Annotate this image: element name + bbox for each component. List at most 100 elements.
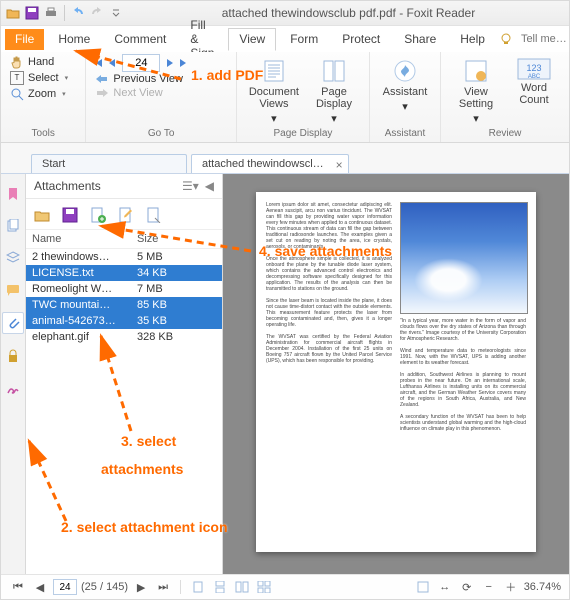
signature-icon[interactable] <box>3 378 23 398</box>
next-page-icon[interactable]: ▶ <box>132 578 150 596</box>
close-icon[interactable]: × <box>336 158 343 172</box>
edit-attachment-icon[interactable] <box>116 205 136 225</box>
save-attachment-icon[interactable] <box>60 205 80 225</box>
col-name[interactable]: Name <box>32 233 137 245</box>
table-row[interactable]: 2 thewindows…5 MB <box>26 249 222 265</box>
cloud-image <box>400 202 528 314</box>
print-icon[interactable] <box>43 5 59 21</box>
nav-pane <box>1 174 26 574</box>
select-label: Select <box>28 72 59 84</box>
panel-menu-icon[interactable]: ☰▾ <box>182 179 199 193</box>
table-row[interactable]: elephant.gif328 KB <box>26 329 222 345</box>
document-tabs: Start attached thewindowscl… × <box>1 149 569 173</box>
group-label-review: Review <box>447 128 563 141</box>
view-setting-label: View Setting <box>459 86 493 110</box>
document-viewport[interactable]: Lorem ipsum dolor sit amet, consectetur … <box>223 174 569 574</box>
doc-tab-start[interactable]: Start <box>31 154 187 173</box>
doc-views-button[interactable]: Document Views▾ <box>243 54 305 127</box>
tab-strip: File Home Comment Fill & Sign View Form … <box>1 26 569 52</box>
doc-tab-current-label: attached thewindowscl… <box>202 158 324 170</box>
table-row[interactable]: Romeolight W…7 MB <box>26 281 222 297</box>
last-page-icon[interactable] <box>178 57 190 69</box>
group-label-tools: Tools <box>7 128 79 141</box>
titlebar: attached thewindowsclub pdf.pdf - Foxit … <box>1 1 569 26</box>
zoom-label: Zoom <box>28 88 56 100</box>
add-attachment-icon[interactable] <box>88 205 108 225</box>
rotate-icon[interactable]: ⟳ <box>458 578 476 596</box>
separator <box>180 580 181 594</box>
assistant-button[interactable]: Assistant▾ <box>376 54 434 115</box>
open-attachment-icon[interactable] <box>32 205 52 225</box>
zoom-in-icon[interactable]: ＋ <box>502 578 520 596</box>
status-page-of: (25 / 145) <box>81 581 128 593</box>
prev-page-icon[interactable] <box>106 57 118 69</box>
tab-view[interactable]: View <box>228 28 276 51</box>
ribbon-group-assistant: Assistant▾ Assistant <box>370 52 441 142</box>
prev-view-label: Previous View <box>113 73 183 85</box>
security-icon[interactable] <box>3 346 23 366</box>
view-setting-button[interactable]: View Setting▾ <box>447 54 505 127</box>
col-size[interactable]: Size <box>137 233 158 245</box>
select-button[interactable]: TSelect▾ <box>7 70 79 86</box>
table-row[interactable]: TWC mountai…85 KB <box>26 297 222 313</box>
doc-tab-start-label: Start <box>42 158 65 170</box>
next-view-button: Next View <box>92 86 229 100</box>
status-page-input[interactable] <box>53 579 77 595</box>
hand-button[interactable]: Hand <box>7 54 79 70</box>
group-label-pd: Page Display <box>243 128 363 141</box>
qat-dropdown-icon[interactable] <box>108 5 124 21</box>
attachments-icon[interactable] <box>2 312 24 334</box>
tab-share[interactable]: Share <box>394 29 446 50</box>
attachment-settings-icon[interactable] <box>144 205 164 225</box>
attachments-title: Attachments <box>34 179 101 193</box>
status-bar: ⏮ ◀ (25 / 145) ▶ ⏭ ↔ ⟳ − ＋ 36.74% <box>1 574 569 599</box>
assistant-label: Assistant <box>383 86 428 98</box>
undo-icon[interactable] <box>70 5 86 21</box>
fit-page-icon[interactable] <box>414 578 432 596</box>
bookmark-icon[interactable] <box>3 184 23 204</box>
doc-views-label: Document Views <box>249 86 299 110</box>
pages-icon[interactable] <box>3 216 23 236</box>
doc-tab-current[interactable]: attached thewindowscl… × <box>191 154 349 173</box>
previous-view-button[interactable]: Previous View <box>92 72 229 86</box>
tab-form[interactable]: Form <box>280 29 328 50</box>
continuous-facing-icon[interactable] <box>255 578 273 596</box>
next-view-label: Next View <box>113 87 162 99</box>
hand-label: Hand <box>28 56 54 68</box>
prev-page-icon[interactable]: ◀ <box>31 578 49 596</box>
fit-width-icon[interactable]: ↔ <box>436 578 454 596</box>
search-group: | <box>499 31 570 47</box>
save-icon[interactable] <box>24 5 40 21</box>
body: Attachments ☰▾ ◀ Name Size 2 thewindows…… <box>1 173 569 574</box>
tab-comment[interactable]: Comment <box>104 29 176 50</box>
facing-page-icon[interactable] <box>233 578 251 596</box>
attachments-panel: Attachments ☰▾ ◀ Name Size 2 thewindows…… <box>26 174 223 574</box>
page: Lorem ipsum dolor sit amet, consectetur … <box>256 192 536 552</box>
first-page-icon[interactable]: ⏮ <box>9 578 27 596</box>
comments-icon[interactable] <box>3 280 23 300</box>
tab-help[interactable]: Help <box>450 29 495 50</box>
zoom-button[interactable]: Zoom▾ <box>7 86 79 102</box>
page-input[interactable] <box>122 54 160 72</box>
page-display-button[interactable]: Page Display▾ <box>305 54 363 127</box>
layers-icon[interactable] <box>3 248 23 268</box>
panel-collapse-icon[interactable]: ◀ <box>205 179 214 193</box>
first-page-icon[interactable] <box>92 57 104 69</box>
continuous-page-icon[interactable] <box>211 578 229 596</box>
table-row[interactable]: LICENSE.txt34 KB <box>26 265 222 281</box>
page-col-left: Lorem ipsum dolor sit amet, consectetur … <box>266 202 392 542</box>
attachments-toolbar <box>26 199 222 230</box>
table-row[interactable]: animal-542673…35 KB <box>26 313 222 329</box>
next-page-icon[interactable] <box>164 57 176 69</box>
zoom-out-icon[interactable]: − <box>480 578 498 596</box>
tellme-input[interactable] <box>519 32 569 46</box>
lightbulb-icon <box>499 32 513 46</box>
tab-home[interactable]: Home <box>48 29 100 50</box>
attachments-columns: Name Size <box>26 230 222 249</box>
last-page-icon[interactable]: ⏭ <box>154 578 172 596</box>
tab-protect[interactable]: Protect <box>332 29 390 50</box>
tab-file[interactable]: File <box>5 29 44 50</box>
folder-icon[interactable] <box>5 5 21 21</box>
single-page-icon[interactable] <box>189 578 207 596</box>
word-count-button[interactable]: 123ABC Word Count <box>505 54 563 127</box>
